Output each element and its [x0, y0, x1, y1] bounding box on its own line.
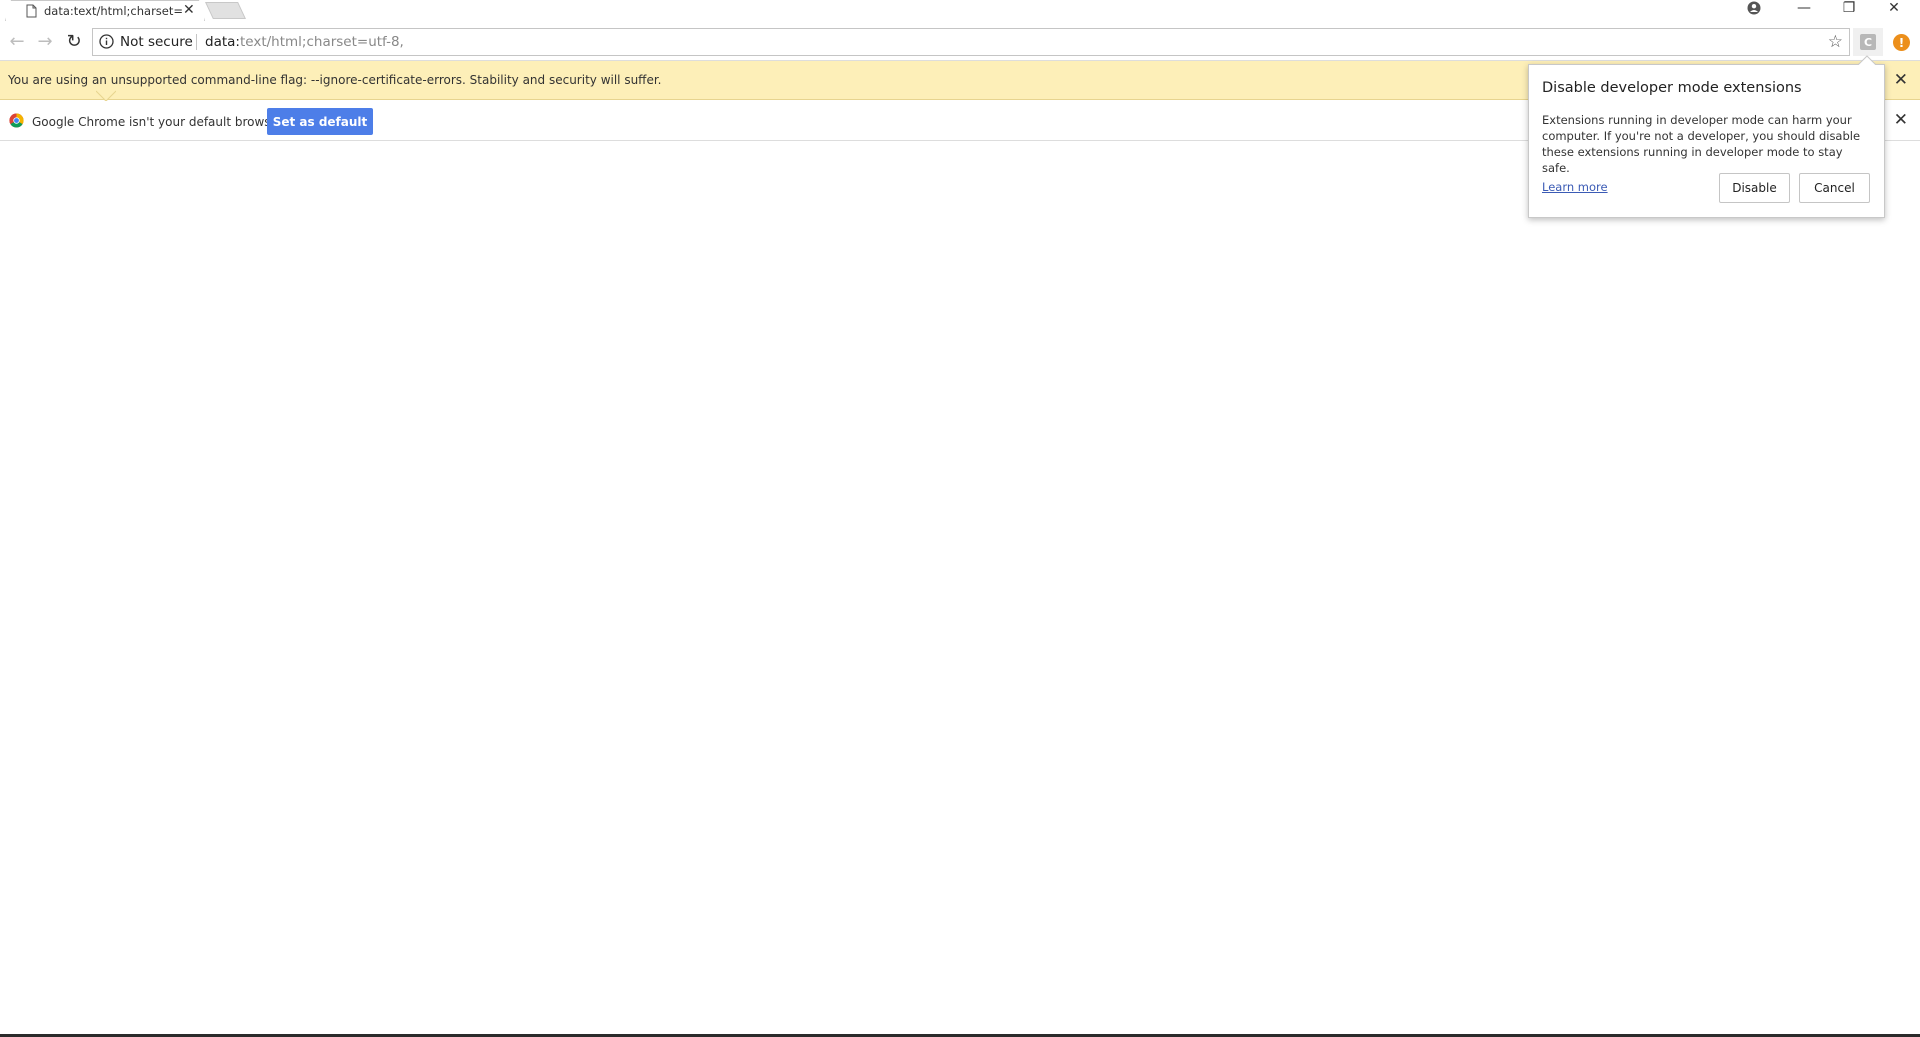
bubble-arrow	[1858, 55, 1876, 65]
bubble-title: Disable developer mode extensions	[1542, 80, 1802, 96]
warning-message: You are using an unsupported command-lin…	[8, 73, 662, 87]
bookmark-star-icon[interactable]: ☆	[1828, 32, 1843, 52]
disable-button[interactable]: Disable	[1719, 173, 1790, 203]
extension-icon[interactable]: C	[1860, 34, 1876, 50]
profile-icon[interactable]	[1734, 0, 1774, 16]
default-browser-close-icon[interactable]: ✕	[1894, 110, 1908, 130]
omnibox-separator	[196, 34, 197, 50]
bubble-body: Extensions running in developer mode can…	[1542, 113, 1861, 175]
person-icon	[1747, 1, 1761, 15]
info-icon[interactable]	[99, 34, 114, 49]
back-button[interactable]: ←	[6, 30, 28, 52]
tab-strip: data:text/html;charset=u ✕ — ❐ ✕	[0, 0, 1920, 21]
tab-title: data:text/html;charset=u	[44, 4, 182, 18]
page-icon	[24, 4, 38, 18]
close-window-button[interactable]: ✕	[1874, 0, 1914, 16]
reload-button[interactable]: ↻	[63, 30, 85, 52]
default-browser-message: Google Chrome isn't your default browser…	[32, 115, 286, 129]
chrome-logo-icon	[9, 113, 24, 128]
security-label[interactable]: Not secure	[120, 34, 193, 50]
browser-toolbar: ← → ↻ Not secure data:text/html;charset=…	[0, 21, 1920, 61]
url-rest: text/html;charset=utf-8,	[239, 34, 404, 50]
cancel-button[interactable]: Cancel	[1799, 173, 1870, 203]
learn-more-link[interactable]: Learn more	[1542, 180, 1608, 194]
tab-close-icon[interactable]: ✕	[183, 2, 195, 18]
warning-close-icon[interactable]: ✕	[1894, 70, 1908, 90]
new-tab-button[interactable]	[205, 2, 246, 19]
url-text[interactable]: data:text/html;charset=utf-8,	[205, 34, 404, 50]
chrome-menu-warning-icon[interactable]: !	[1893, 34, 1910, 51]
minimize-button[interactable]: —	[1784, 0, 1824, 16]
browser-tab[interactable]: data:text/html;charset=u ✕	[5, 0, 205, 21]
restore-button[interactable]: ❐	[1829, 0, 1869, 16]
forward-button[interactable]: →	[34, 30, 56, 52]
dev-mode-extensions-bubble: Disable developer mode extensions Extens…	[1528, 64, 1885, 218]
url-scheme: data:	[205, 34, 240, 50]
address-bar[interactable]: Not secure data:text/html;charset=utf-8,…	[92, 28, 1850, 56]
set-as-default-button[interactable]: Set as default	[267, 108, 373, 135]
